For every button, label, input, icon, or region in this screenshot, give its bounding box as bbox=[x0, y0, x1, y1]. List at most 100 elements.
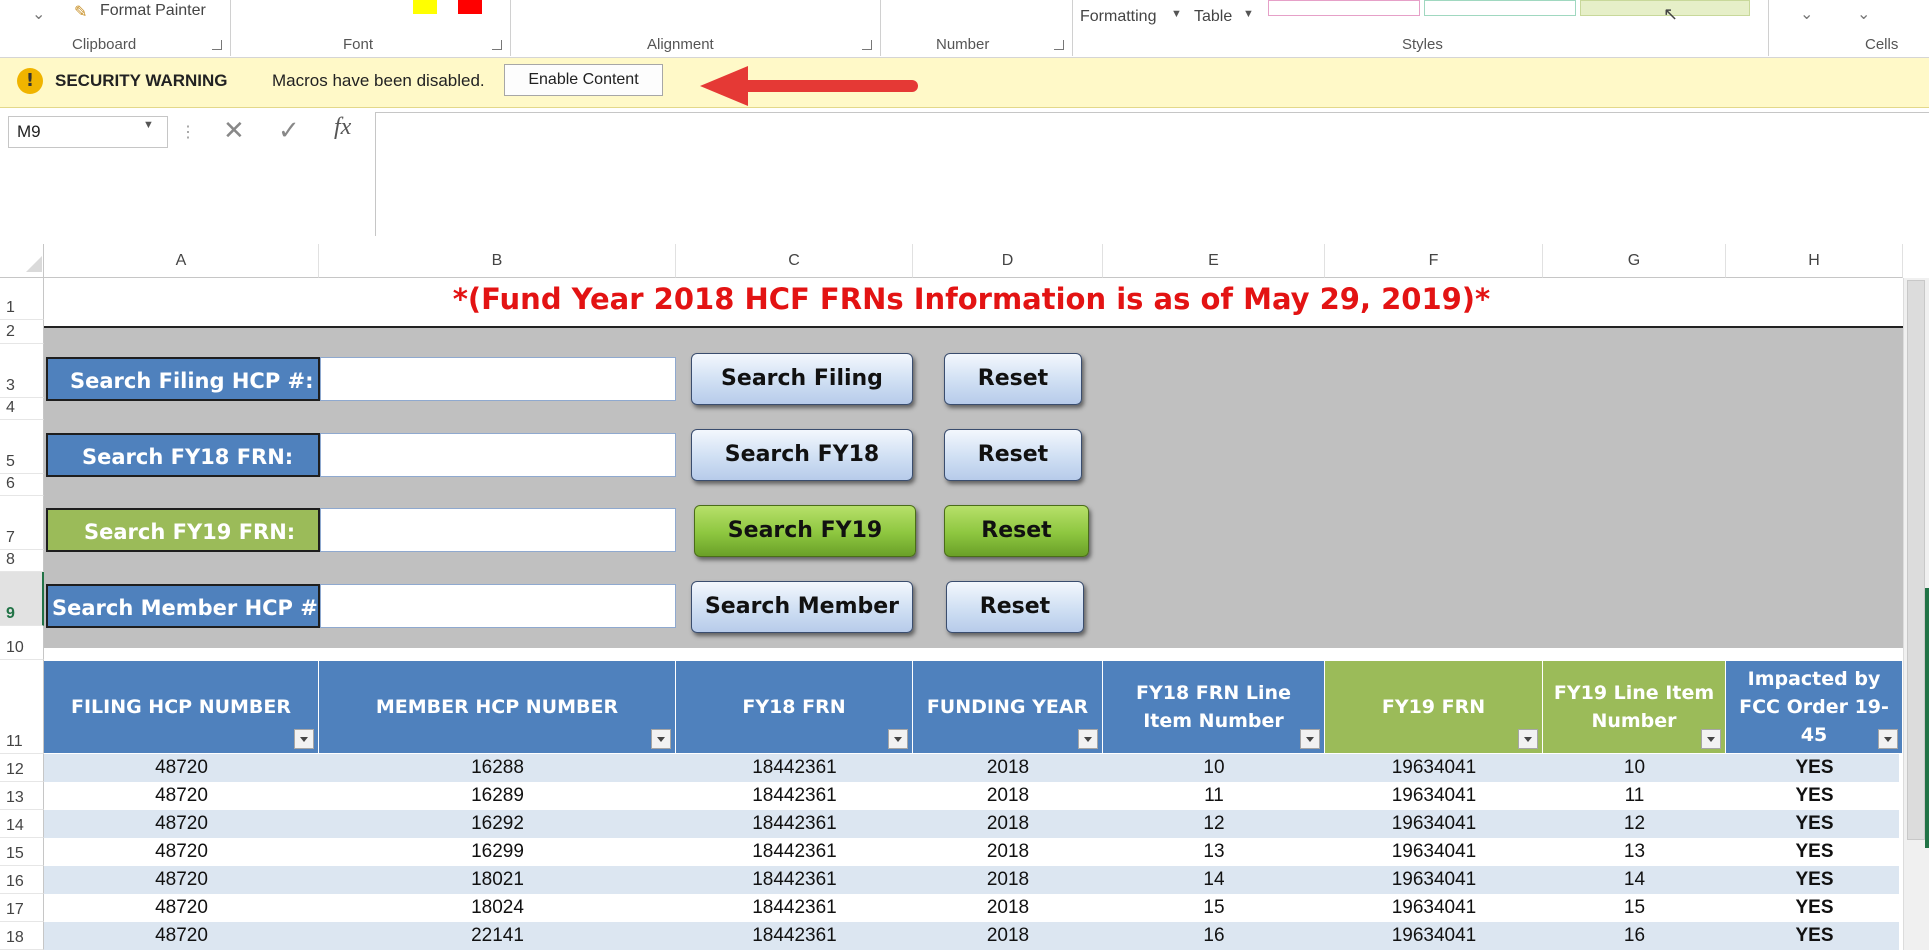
table-row[interactable]: 48720 16289 18442361 2018 11 19634041 11… bbox=[44, 782, 1899, 810]
search-member-button[interactable]: Search Member bbox=[691, 581, 913, 633]
filter-dropdown-icon[interactable] bbox=[888, 729, 908, 749]
filter-dropdown-icon[interactable] bbox=[1701, 729, 1721, 749]
insert-function-icon[interactable]: fx bbox=[334, 114, 351, 141]
table-cell[interactable]: 48720 bbox=[44, 810, 319, 838]
cell-style-swatch[interactable] bbox=[1268, 0, 1420, 16]
table-cell[interactable]: 16288 bbox=[319, 754, 676, 782]
table-cell[interactable]: 18442361 bbox=[676, 866, 913, 894]
reset-member-button[interactable]: Reset bbox=[946, 581, 1084, 633]
row-header[interactable]: 16 bbox=[0, 866, 44, 894]
row-header[interactable]: 1 bbox=[0, 278, 44, 320]
row-header[interactable]: 13 bbox=[0, 782, 44, 810]
reset-filing-button[interactable]: Reset bbox=[944, 353, 1082, 405]
table-cell[interactable]: YES bbox=[1726, 782, 1903, 810]
select-all-corner[interactable] bbox=[0, 244, 44, 278]
table-row[interactable]: 48720 22141 18442361 2018 16 19634041 16… bbox=[44, 922, 1899, 950]
table-cell[interactable]: 19634041 bbox=[1325, 754, 1543, 782]
table-cell[interactable]: 16299 bbox=[319, 838, 676, 866]
table-cell[interactable]: 2018 bbox=[913, 866, 1103, 894]
table-header-fy19-frn[interactable]: FY19 FRN bbox=[1325, 661, 1543, 753]
table-cell[interactable]: 13 bbox=[1543, 838, 1726, 866]
table-cell[interactable]: 16 bbox=[1543, 922, 1726, 950]
column-header-c[interactable]: C bbox=[676, 244, 913, 278]
scrollbar-thumb[interactable] bbox=[1907, 280, 1925, 840]
formatting-dropdown-icon[interactable]: ▼ bbox=[1171, 8, 1182, 20]
table-cell[interactable]: 18442361 bbox=[676, 754, 913, 782]
table-cell[interactable]: 16 bbox=[1103, 922, 1325, 950]
row-header[interactable]: 12 bbox=[0, 754, 44, 782]
table-cell[interactable]: 19634041 bbox=[1325, 894, 1543, 922]
table-cell[interactable]: 48720 bbox=[44, 782, 319, 810]
table-row[interactable]: 48720 16292 18442361 2018 12 19634041 12… bbox=[44, 810, 1899, 838]
table-cell[interactable]: 19634041 bbox=[1325, 810, 1543, 838]
table-row[interactable]: 48720 18021 18442361 2018 14 19634041 14… bbox=[44, 866, 1899, 894]
row-header-active[interactable]: 9 bbox=[0, 572, 44, 626]
table-cell[interactable]: YES bbox=[1726, 838, 1903, 866]
cancel-icon[interactable]: ✕ bbox=[223, 116, 245, 146]
table-cell[interactable]: 11 bbox=[1103, 782, 1325, 810]
filter-dropdown-icon[interactable] bbox=[1300, 729, 1320, 749]
search-fy18-button[interactable]: Search FY18 bbox=[691, 429, 913, 481]
table-cell[interactable]: 14 bbox=[1103, 866, 1325, 894]
column-header-g[interactable]: G bbox=[1543, 244, 1726, 278]
format-painter-button[interactable]: Format Painter bbox=[100, 2, 206, 20]
table-header-fy18-line-item[interactable]: FY18 FRN Line Item Number bbox=[1103, 661, 1325, 753]
row-header[interactable]: 11 bbox=[0, 660, 44, 754]
table-cell[interactable]: 2018 bbox=[913, 894, 1103, 922]
table-row[interactable]: 48720 16288 18442361 2018 10 19634041 10… bbox=[44, 754, 1899, 782]
table-cell[interactable]: 18442361 bbox=[676, 894, 913, 922]
table-cell[interactable]: 2018 bbox=[913, 782, 1103, 810]
column-header-e[interactable]: E bbox=[1103, 244, 1325, 278]
table-cell[interactable]: 2018 bbox=[913, 838, 1103, 866]
table-cell[interactable]: 2018 bbox=[913, 754, 1103, 782]
reset-fy19-button[interactable]: Reset bbox=[944, 505, 1089, 557]
conditional-formatting-button[interactable]: Formatting bbox=[1080, 8, 1156, 26]
row-header[interactable]: 8 bbox=[0, 550, 44, 572]
table-cell[interactable]: 16289 bbox=[319, 782, 676, 810]
formula-input[interactable] bbox=[375, 112, 1929, 236]
row-header[interactable]: 18 bbox=[0, 922, 44, 950]
row-header[interactable]: 3 bbox=[0, 344, 44, 398]
number-launcher-icon[interactable] bbox=[1054, 40, 1064, 50]
row-header[interactable]: 10 bbox=[0, 626, 44, 660]
alignment-launcher-icon[interactable] bbox=[862, 40, 872, 50]
table-header-fy19-line-item[interactable]: FY19 Line Item Number bbox=[1543, 661, 1726, 753]
format-painter-icon[interactable]: ✎ bbox=[74, 2, 87, 22]
delete-dropdown-icon[interactable]: ⌄ bbox=[1857, 4, 1870, 24]
table-cell[interactable]: 15 bbox=[1543, 894, 1726, 922]
highlight-color-swatch[interactable] bbox=[413, 0, 437, 14]
table-header-member-hcp[interactable]: MEMBER HCP NUMBER bbox=[319, 661, 676, 753]
search-fy19-input[interactable] bbox=[320, 508, 676, 552]
table-cell[interactable]: 18442361 bbox=[676, 922, 913, 950]
row-header[interactable]: 17 bbox=[0, 894, 44, 922]
table-header-impacted-fcc[interactable]: Impacted by FCC Order 19-45 bbox=[1726, 661, 1903, 753]
font-launcher-icon[interactable] bbox=[492, 40, 502, 50]
row-header[interactable]: 2 bbox=[0, 320, 44, 344]
table-cell[interactable]: 48720 bbox=[44, 922, 319, 950]
table-cell[interactable]: 18442361 bbox=[676, 810, 913, 838]
table-header-filing-hcp[interactable]: FILING HCP NUMBER bbox=[44, 661, 319, 753]
table-cell[interactable]: YES bbox=[1726, 810, 1903, 838]
table-cell[interactable]: 12 bbox=[1103, 810, 1325, 838]
table-cell[interactable]: 10 bbox=[1103, 754, 1325, 782]
table-cell[interactable]: 19634041 bbox=[1325, 866, 1543, 894]
table-cell[interactable]: 19634041 bbox=[1325, 782, 1543, 810]
insert-dropdown-icon[interactable]: ⌄ bbox=[1800, 4, 1813, 24]
table-cell[interactable]: 14 bbox=[1543, 866, 1726, 894]
table-dropdown-icon[interactable]: ▼ bbox=[1243, 8, 1254, 20]
enter-check-icon[interactable]: ✓ bbox=[278, 116, 300, 146]
format-as-table-button[interactable]: Table bbox=[1194, 8, 1232, 26]
table-cell[interactable]: YES bbox=[1726, 754, 1903, 782]
filter-dropdown-icon[interactable] bbox=[1878, 729, 1898, 749]
table-cell[interactable]: 11 bbox=[1543, 782, 1726, 810]
row-header[interactable]: 15 bbox=[0, 838, 44, 866]
row-header[interactable]: 14 bbox=[0, 810, 44, 838]
table-cell[interactable]: 15 bbox=[1103, 894, 1325, 922]
column-header-h[interactable]: H bbox=[1726, 244, 1903, 278]
table-cell[interactable]: 2018 bbox=[913, 810, 1103, 838]
search-filing-input[interactable] bbox=[320, 357, 676, 401]
name-box-dropdown-icon[interactable]: ▼ bbox=[143, 119, 154, 131]
search-fy19-button[interactable]: Search FY19 bbox=[694, 505, 916, 557]
table-cell[interactable]: YES bbox=[1726, 866, 1903, 894]
table-cell[interactable]: 48720 bbox=[44, 894, 319, 922]
